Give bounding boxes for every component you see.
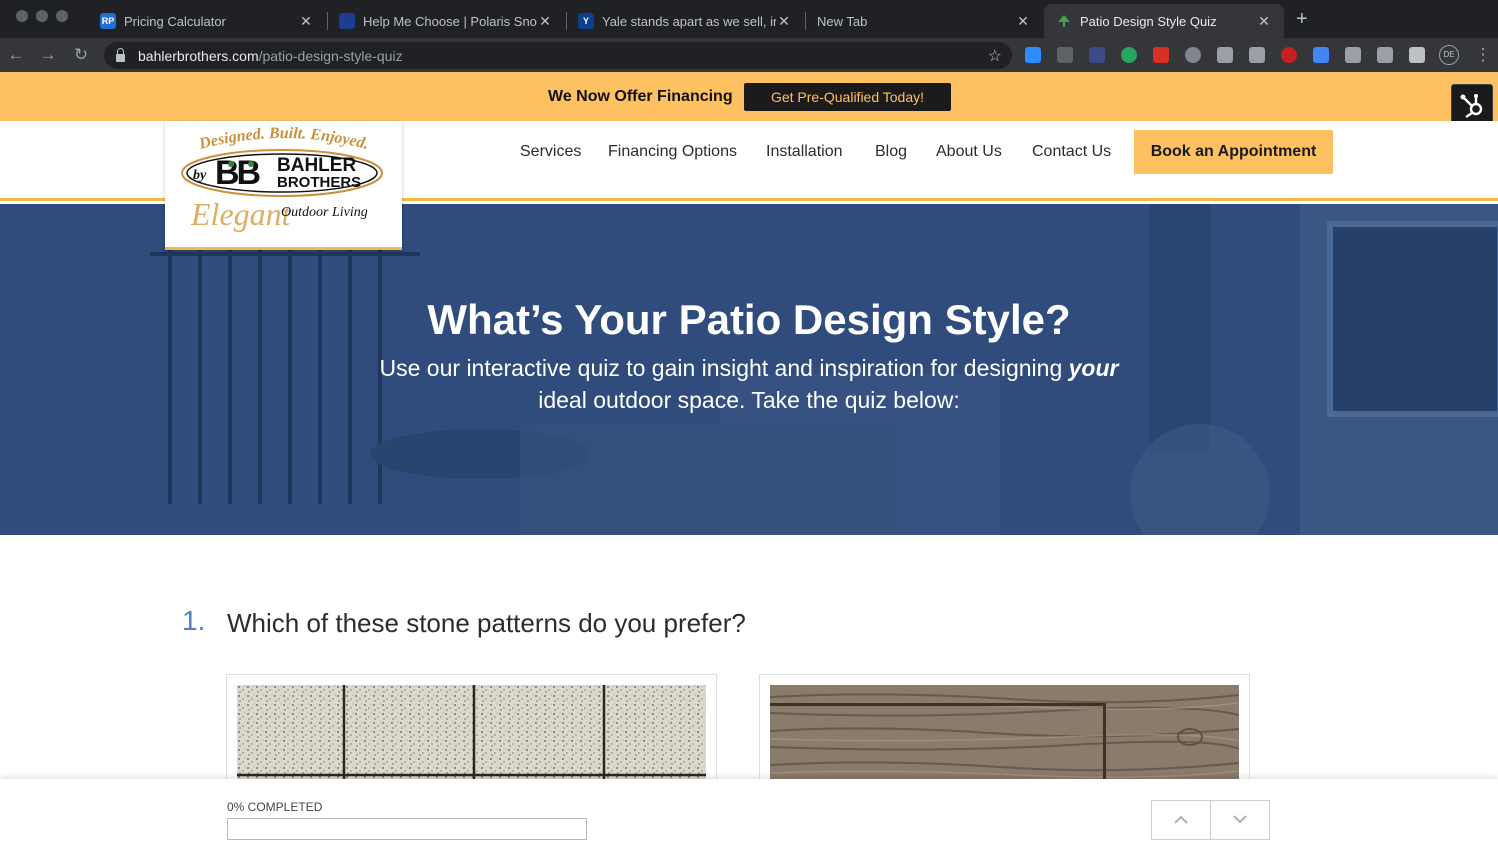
nav-link-financing-options[interactable]: Financing Options [608, 143, 737, 161]
logo-line-1: BAHLER [277, 155, 356, 176]
url-host: bahlerbrothers.com [138, 47, 259, 64]
tag-extension-icon[interactable] [1345, 47, 1361, 63]
zoom-extension-icon[interactable] [1025, 47, 1041, 63]
url-path: /patio-design-style-quiz [258, 47, 403, 64]
nav-link-services[interactable]: Services [520, 143, 581, 161]
pin-extension-icon[interactable] [1281, 47, 1297, 63]
yale-icon: Y [578, 13, 594, 29]
trend-extension-icon[interactable] [1377, 47, 1393, 63]
save-extension-icon[interactable] [1089, 47, 1105, 63]
logo-by: by [193, 168, 207, 183]
window-close-dot[interactable] [16, 10, 28, 22]
tab-title: Patio Design Style Quiz [1080, 13, 1217, 29]
new-tab-plus-icon[interactable]: + [1296, 9, 1308, 29]
chevron-up-icon [1174, 815, 1188, 824]
tab-title: Pricing Calculator [124, 13, 226, 29]
promo-text: We Now Offer Financing [548, 88, 733, 105]
gear-extension-icon[interactable] [1185, 47, 1201, 63]
bookmark-star-icon[interactable]: ☆ [988, 46, 1002, 66]
progress-bar [227, 818, 587, 840]
option-granite-tile[interactable] [226, 674, 717, 794]
logo-script: Elegant [190, 196, 292, 232]
copy-extension-icon[interactable] [1249, 47, 1265, 63]
window-zoom-dot[interactable] [56, 10, 68, 22]
hero-subtitle-emphasis: your [1068, 355, 1119, 381]
logo-line-2: BROTHERS [277, 174, 361, 191]
reload-icon[interactable]: ↻ [70, 44, 92, 66]
grammarly-extension-icon[interactable] [1121, 47, 1137, 63]
option-wood-plank[interactable] [759, 674, 1250, 794]
pre-qualify-button[interactable]: Get Pre-Qualified Today! [744, 83, 951, 111]
tree-icon [1058, 15, 1070, 27]
lock-icon [116, 47, 125, 62]
book-appointment-button[interactable]: Book an Appointment [1134, 130, 1333, 174]
rp-icon: RP [100, 13, 116, 29]
browser-tab-pricing-calculator[interactable]: RP Pricing Calculator ✕ [88, 4, 326, 38]
polaris-icon [339, 13, 355, 29]
browser-tab-polaris[interactable]: Help Me Choose | Polaris Snow ✕ [327, 4, 565, 38]
browser-toolbar: ← → ↻ bahlerbrothers.com/patio-design-st… [0, 38, 1498, 72]
nav-link-about-us[interactable]: About Us [936, 143, 1002, 161]
profile-avatar[interactable]: DE [1439, 45, 1459, 65]
browser-tab-strip: RP Pricing Calculator ✕ Help Me Choose |… [0, 0, 1498, 38]
window-minimize-dot[interactable] [36, 10, 48, 22]
granite-tile-image [237, 685, 706, 785]
quiz-progress-footer: 0% COMPLETED [0, 779, 1498, 856]
bahler-brothers-logo[interactable]: Designed. Built. Enjoyed. by BB BAHLER B… [165, 121, 402, 250]
wood-plank-image [770, 685, 1239, 785]
logo-outdoor-living: Outdoor Living [281, 205, 368, 220]
logo-monogram: BB [215, 154, 261, 192]
browser-tab-patio-quiz[interactable]: Patio Design Style Quiz ✕ [1044, 4, 1284, 38]
close-icon[interactable]: ✕ [537, 13, 553, 30]
close-icon[interactable]: ✕ [1256, 13, 1272, 30]
next-question-button[interactable] [1210, 800, 1270, 840]
logo-tagline: Designed. Built. Enjoyed. [197, 125, 371, 153]
tab-title: Yale stands apart as we sell, in [602, 13, 776, 29]
kebab-menu-icon[interactable]: ⋮ [1472, 44, 1494, 66]
hero-subtitle-start: Use our interactive quiz to gain insight… [379, 355, 1069, 381]
hero-subtitle-end: ideal outdoor space. Take the quiz below… [538, 387, 960, 413]
hero-subtitle: Use our interactive quiz to gain insight… [360, 352, 1138, 416]
close-icon[interactable]: ✕ [298, 13, 314, 30]
puzzle-icon[interactable] [1409, 47, 1425, 63]
nav-link-installation[interactable]: Installation [766, 143, 843, 161]
back-arrow-icon[interactable]: ← [5, 44, 27, 66]
close-icon[interactable]: ✕ [1015, 13, 1031, 30]
browser-tab-yale[interactable]: Y Yale stands apart as we sell, in ✕ [566, 4, 804, 38]
calendar-extension-icon[interactable] [1313, 47, 1329, 63]
lock-extension-icon[interactable] [1153, 47, 1169, 63]
close-icon[interactable]: ✕ [776, 13, 792, 30]
svg-text:Designed. Built. Enjoyed.: Designed. Built. Enjoyed. [197, 125, 371, 153]
browser-tab-new-tab[interactable]: New Tab ✕ [805, 4, 1043, 38]
progress-label: 0% COMPLETED [227, 800, 323, 814]
lines-extension-icon[interactable] [1217, 47, 1233, 63]
chevron-down-icon [1233, 815, 1247, 824]
nav-link-contact-us[interactable]: Contact Us [1032, 143, 1111, 161]
forward-arrow-icon[interactable]: → [37, 44, 59, 66]
nav-link-blog[interactable]: Blog [875, 143, 907, 161]
hero-banner: What’s Your Patio Design Style? Use our … [0, 204, 1498, 535]
address-bar[interactable]: bahlerbrothers.com/patio-design-style-qu… [104, 42, 1012, 69]
previous-question-button[interactable] [1151, 800, 1211, 840]
hero-title: What’s Your Patio Design Style? [427, 296, 1071, 343]
financing-promo-bar: We Now Offer Financing Get Pre-Qualified… [0, 72, 1498, 121]
hubspot-sprocket-icon[interactable] [1451, 84, 1493, 126]
question-text: Which of these stone patterns do you pre… [227, 608, 746, 638]
tab-title: Help Me Choose | Polaris Snow [363, 13, 537, 29]
recycle-extension-icon[interactable] [1057, 47, 1073, 63]
tab-title: New Tab [817, 13, 868, 29]
question-number: 1. [182, 605, 206, 636]
